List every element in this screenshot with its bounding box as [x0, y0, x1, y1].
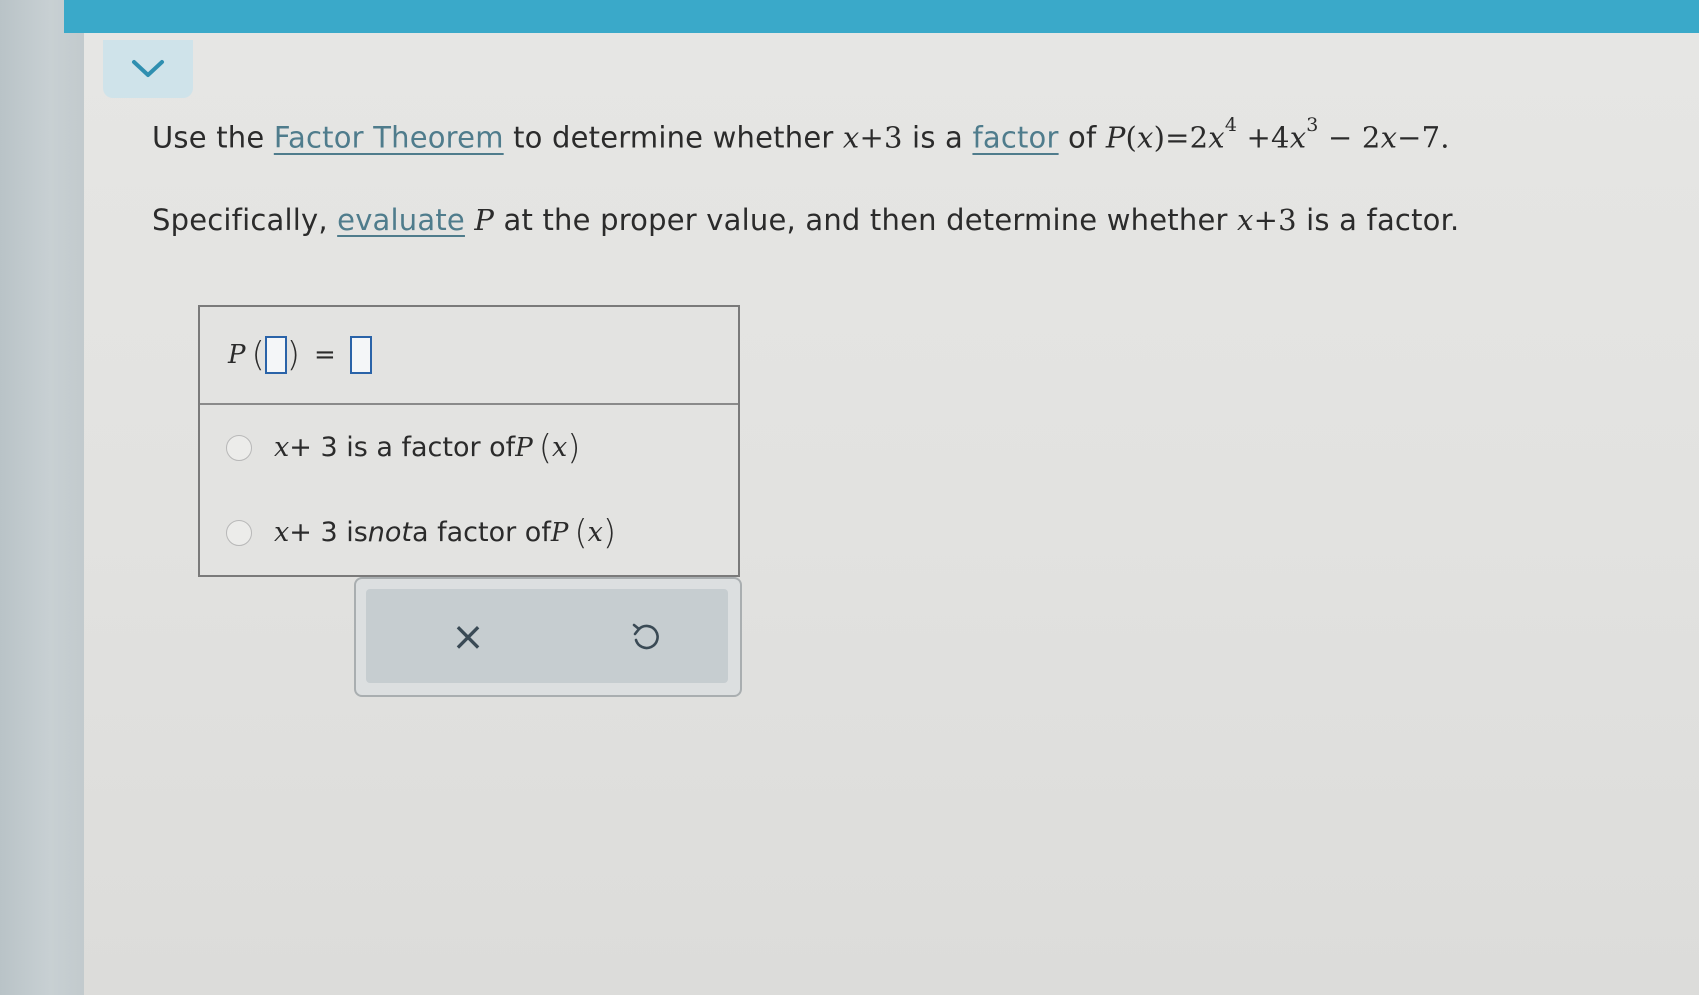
undo-button[interactable]	[616, 607, 676, 667]
close-icon: ×	[451, 614, 485, 660]
math-var: x	[1208, 120, 1225, 155]
choice-p: P	[515, 432, 533, 463]
choice-var: x	[551, 432, 568, 463]
choice-is-not-factor[interactable]: x + 3 is not a factor of P(x)	[200, 490, 738, 575]
left-paren: (	[574, 512, 588, 553]
choice-p: P	[550, 517, 569, 548]
math-num: +3	[1253, 203, 1297, 237]
clear-button[interactable]: ×	[438, 607, 498, 667]
math-num: +3	[859, 120, 903, 155]
p-label: P	[228, 340, 246, 370]
text: is a factor.	[1296, 203, 1460, 237]
chevron-down-icon	[132, 60, 164, 77]
choice-var: x	[587, 517, 603, 548]
math-var: P	[474, 203, 495, 237]
header-bar	[64, 0, 1699, 33]
math-num: (	[1125, 120, 1138, 155]
right-paren: )	[286, 335, 301, 375]
x-value-input[interactable]	[264, 336, 287, 374]
math-var: x	[842, 120, 860, 155]
right-paren: )	[567, 427, 581, 468]
math-var: x	[1137, 120, 1154, 155]
left-paren: (	[538, 427, 552, 468]
text: Specifically,	[152, 203, 338, 237]
math-var: x	[1237, 203, 1254, 237]
radio-button[interactable]	[226, 519, 252, 546]
answer-box: P ( ) = x + 3 is a factor of P(x) x + 3 …	[198, 305, 740, 577]
math-num: −7.	[1397, 120, 1450, 155]
left-paren: (	[251, 335, 265, 375]
evaluation-row: P ( ) =	[200, 307, 738, 405]
math-num: − 2	[1318, 120, 1381, 155]
text: is a	[902, 120, 973, 155]
choice-text: + 3 is a factor of	[289, 432, 516, 463]
math-num: =2	[1165, 120, 1209, 155]
exponent: 4	[1224, 114, 1238, 136]
right-paren: )	[602, 512, 617, 553]
text: Use the	[152, 120, 274, 155]
math-var: x	[1289, 120, 1307, 155]
text: of	[1058, 120, 1106, 155]
exponent: 3	[1306, 114, 1319, 136]
evaluate-link[interactable]: evaluate	[337, 203, 465, 237]
text: to determine whether	[503, 120, 843, 155]
answer-tools: ×	[354, 577, 742, 697]
math-var: x	[1380, 120, 1398, 155]
undo-icon	[632, 623, 659, 650]
math-var: P	[1105, 120, 1126, 155]
choice-emphasis: not	[367, 517, 412, 548]
tool-panel: ×	[366, 589, 728, 683]
left-margin	[0, 0, 84, 995]
question-line-2: Specifically, evaluate P at the proper v…	[152, 203, 1459, 237]
choice-is-factor[interactable]: x + 3 is a factor of P(x)	[200, 405, 738, 490]
equals-sign: =	[314, 340, 336, 370]
math-num: )	[1153, 120, 1166, 155]
choice-text: a factor of	[412, 517, 551, 548]
choice-text: + 3 is	[289, 517, 368, 548]
choice-var: x	[274, 517, 290, 548]
radio-button[interactable]	[226, 434, 252, 461]
p-value-input[interactable]	[349, 336, 372, 374]
text: at the proper value, and then determine …	[494, 203, 1238, 237]
math-num: +4	[1237, 120, 1290, 155]
factor-link[interactable]: factor	[972, 121, 1058, 155]
choice-var: x	[274, 432, 290, 463]
collapse-button[interactable]	[103, 40, 193, 98]
factor-theorem-link[interactable]: Factor Theorem	[274, 121, 504, 155]
question-line-1: Use the Factor Theorem to determine whet…	[152, 114, 1450, 155]
